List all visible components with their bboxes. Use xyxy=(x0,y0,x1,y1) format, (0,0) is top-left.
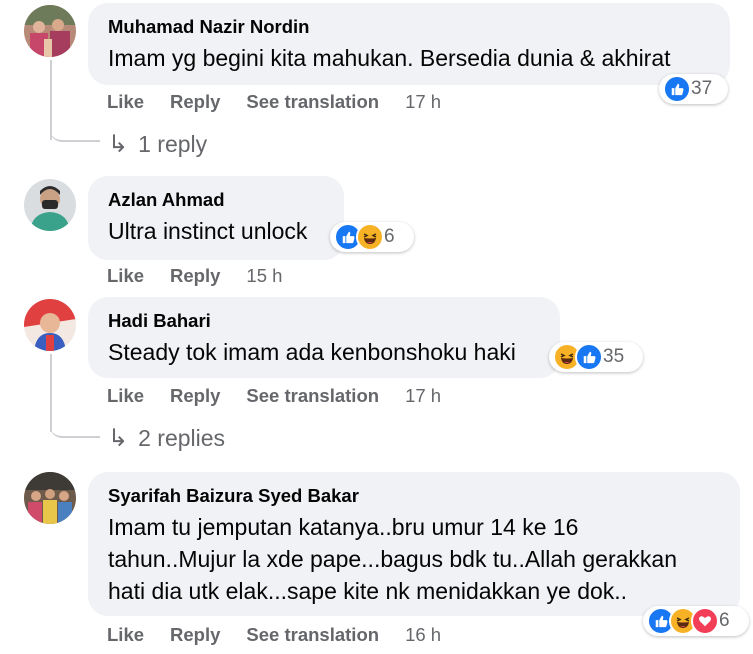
timestamp[interactable]: 15 h xyxy=(246,265,282,287)
reply-arrow-icon: ↳ xyxy=(108,131,129,158)
reaction-summary[interactable]: 6 xyxy=(330,222,414,252)
reply-button[interactable]: Reply xyxy=(170,624,220,646)
reaction-summary[interactable]: 6 xyxy=(643,606,749,636)
comment-text-line: Imam tu jemputan katanya..bru umur 14 ke… xyxy=(108,514,579,540)
heart-icon xyxy=(691,607,719,635)
like-icon xyxy=(575,343,603,371)
view-replies-button[interactable]: ↳ 1 reply xyxy=(108,130,207,159)
timestamp[interactable]: 16 h xyxy=(405,624,441,646)
thread-elbow xyxy=(50,100,100,142)
reply-arrow-icon: ↳ xyxy=(108,425,129,452)
timestamp[interactable]: 17 h xyxy=(405,91,441,113)
avatar[interactable] xyxy=(24,5,76,57)
comment-author[interactable]: Azlan Ahmad xyxy=(108,189,324,211)
view-replies-button[interactable]: ↳ 2 replies xyxy=(108,424,225,453)
comment-text: Steady tok imam ada kenbonshoku haki xyxy=(108,339,516,365)
avatar[interactable] xyxy=(24,472,76,524)
timestamp[interactable]: 17 h xyxy=(405,385,441,407)
reaction-count: 6 xyxy=(719,610,730,631)
avatar[interactable] xyxy=(24,179,76,231)
avatar[interactable] xyxy=(24,299,76,351)
reaction-count: 6 xyxy=(384,226,395,247)
reaction-summary[interactable]: 37 xyxy=(659,74,728,104)
reply-button[interactable]: Reply xyxy=(170,265,220,287)
comment-text: Ultra instinct unlock xyxy=(108,218,308,244)
haha-icon xyxy=(356,223,384,251)
reaction-summary[interactable]: 35 xyxy=(549,342,643,372)
like-button[interactable]: Like xyxy=(107,265,144,287)
comment-bubble: Muhamad Nazir Nordin Imam yg begini kita… xyxy=(88,3,730,85)
comment-text-line: tahun..Mujur la xde pape...bagus bdk tu.… xyxy=(108,546,677,572)
see-translation-link[interactable]: See translation xyxy=(246,91,379,113)
see-translation-link[interactable]: See translation xyxy=(246,385,379,407)
like-button[interactable]: Like xyxy=(107,385,144,407)
replies-label: 1 reply xyxy=(138,131,208,157)
comment-author[interactable]: Hadi Bahari xyxy=(108,310,540,332)
comment-text: Imam tu jemputan katanya..bru umur 14 ke… xyxy=(108,511,720,607)
comment-text: Imam yg begini kita mahukan. Bersedia du… xyxy=(108,45,671,71)
replies-label: 2 replies xyxy=(138,425,226,451)
comment-actions: Like Reply See translation 17 h xyxy=(107,385,441,407)
see-translation-link[interactable]: See translation xyxy=(246,624,379,646)
comment-actions: Like Reply See translation 16 h xyxy=(107,624,441,646)
comment-text-line: hati dia utk elak...sape kite nk menidak… xyxy=(108,578,628,604)
like-button[interactable]: Like xyxy=(107,624,144,646)
reaction-count: 37 xyxy=(691,78,713,99)
comment-author[interactable]: Syarifah Baizura Syed Bakar xyxy=(108,485,720,507)
comment-author[interactable]: Muhamad Nazir Nordin xyxy=(108,16,710,38)
comment-bubble: Azlan Ahmad Ultra instinct unlock xyxy=(88,176,344,260)
comment-actions: Like Reply 15 h xyxy=(107,265,282,287)
thread-elbow xyxy=(50,396,100,438)
reply-button[interactable]: Reply xyxy=(170,385,220,407)
comment-bubble: Syarifah Baizura Syed Bakar Imam tu jemp… xyxy=(88,472,740,616)
reply-button[interactable]: Reply xyxy=(170,91,220,113)
comment-actions: Like Reply See translation 17 h xyxy=(107,91,441,113)
comment-bubble: Hadi Bahari Steady tok imam ada kenbonsh… xyxy=(88,297,560,378)
like-icon xyxy=(663,75,691,103)
like-button[interactable]: Like xyxy=(107,91,144,113)
reaction-count: 35 xyxy=(603,346,625,367)
